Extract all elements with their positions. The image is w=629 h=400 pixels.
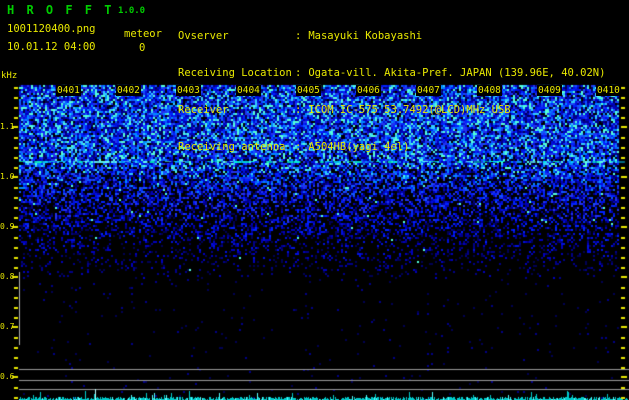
info-row-observer: Ovserver: Masayuki Kobayashi xyxy=(178,30,605,42)
y-tick-label: 1.0 xyxy=(0,172,15,181)
info-colon: : xyxy=(295,104,302,117)
x-tick-label: 0404 xyxy=(236,85,261,96)
info-row-receiver: Receiver: ICOM IC-575 53.7492(@LCD)MHz US… xyxy=(178,104,605,116)
y-axis-unit-label: kHz xyxy=(1,71,18,81)
y-tick-label: 1.1 xyxy=(0,122,15,131)
x-tick-label: 0402 xyxy=(116,85,141,96)
y-tick-label: 0.7 xyxy=(0,322,15,331)
info-label: Receiving Location xyxy=(178,67,292,80)
observation-datetime: 10.01.12 04:00 xyxy=(7,41,96,53)
meteor-count: 0 xyxy=(139,42,146,54)
x-tick-label: 0401 xyxy=(56,85,81,96)
info-label: Receiver xyxy=(178,104,229,117)
info-value: Masayuki Kobayashi xyxy=(308,29,423,42)
x-tick-label: 0405 xyxy=(296,85,321,96)
info-value: A504HB(yagi 4el) xyxy=(308,141,410,154)
x-tick-label: 0403 xyxy=(176,85,201,96)
app-title: H R O F F T xyxy=(7,3,114,17)
hrofft-screen: H R O F F T 1.0.0 1001120400.png 10.01.1… xyxy=(0,0,629,400)
x-tick-label: 0408 xyxy=(477,85,502,96)
y-tick-label: 0.6 xyxy=(0,372,15,381)
output-filename: 1001120400.png xyxy=(7,23,96,35)
x-tick-label: 0406 xyxy=(356,85,381,96)
info-row-location: Receiving Location: Ogata-vill. Akita-Pre… xyxy=(178,67,605,79)
x-tick-label: 0409 xyxy=(537,85,562,96)
info-value: ICOM IC-575 53.7492(@LCD)MHz USB xyxy=(308,104,511,117)
info-row-antenna: Receiving antenna: A504HB(yagi 4el) xyxy=(178,141,605,153)
info-value: Ogata-vill. Akita-Pref. JAPAN (139.96E, … xyxy=(308,67,606,80)
y-tick-label: 0.8 xyxy=(0,272,15,281)
info-label: Ovserver xyxy=(178,29,229,42)
info-label: Receiving antenna xyxy=(178,141,286,154)
meteor-label: meteor xyxy=(124,28,162,40)
app-version: 1.0.0 xyxy=(118,6,146,16)
x-tick-label: 0410 xyxy=(596,85,621,96)
info-colon: : xyxy=(295,29,302,42)
info-colon: : xyxy=(295,141,302,154)
info-colon: : xyxy=(295,67,302,80)
y-tick-label: 0.9 xyxy=(0,222,15,231)
x-tick-label: 0407 xyxy=(416,85,441,96)
